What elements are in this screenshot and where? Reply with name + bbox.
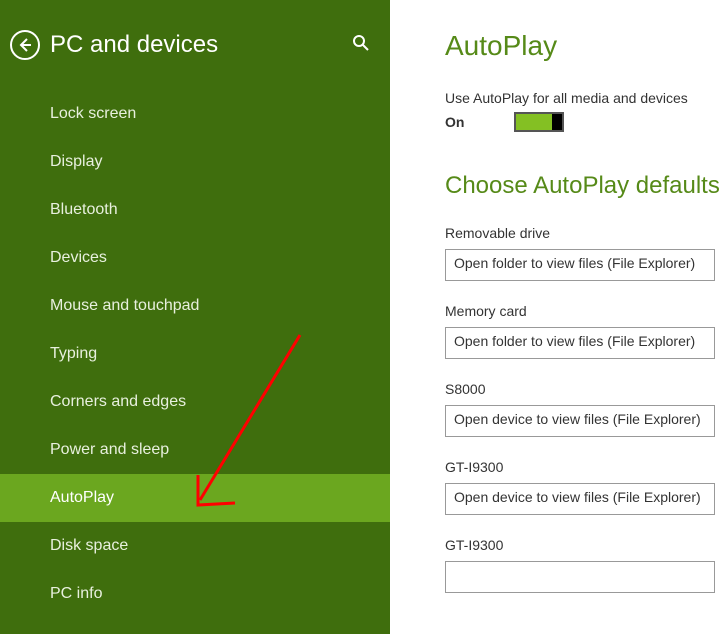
- sidebar-item-label: Power and sleep: [50, 441, 169, 458]
- s8000-select[interactable]: Open device to view files (File Explorer…: [445, 405, 715, 437]
- autoplay-toggle[interactable]: [514, 112, 564, 132]
- memory-card-select[interactable]: Open folder to view files (File Explorer…: [445, 327, 715, 359]
- search-icon: [352, 34, 370, 52]
- page-title: AutoPlay: [445, 30, 721, 62]
- defaults-heading: Choose AutoPlay defaults: [445, 172, 721, 200]
- toggle-label: Use AutoPlay for all media and devices: [445, 90, 721, 106]
- sidebar-item-bluetooth[interactable]: Bluetooth: [0, 186, 390, 234]
- sidebar-item-corners-edges[interactable]: Corners and edges: [0, 378, 390, 426]
- device-group-s8000: S8000 Open device to view files (File Ex…: [445, 381, 721, 437]
- removable-drive-select[interactable]: Open folder to view files (File Explorer…: [445, 249, 715, 281]
- sidebar-item-pc-info[interactable]: PC info: [0, 570, 390, 618]
- sidebar-item-power-sleep[interactable]: Power and sleep: [0, 426, 390, 474]
- sidebar-header: PC and devices: [0, 0, 390, 90]
- device-label: GT-I9300: [445, 537, 721, 553]
- device-label: Memory card: [445, 303, 721, 319]
- back-arrow-icon: [17, 37, 33, 53]
- sidebar-item-label: Typing: [50, 345, 97, 362]
- sidebar-items: Lock screen Display Bluetooth Devices Mo…: [0, 90, 390, 634]
- device-group-gt-i9300-2: GT-I9300: [445, 537, 721, 593]
- sidebar-item-display[interactable]: Display: [0, 138, 390, 186]
- sidebar-item-label: Corners and edges: [50, 393, 186, 410]
- toggle-handle: [552, 114, 562, 130]
- autoplay-toggle-section: Use AutoPlay for all media and devices O…: [445, 90, 721, 132]
- sidebar-item-mouse-touchpad[interactable]: Mouse and touchpad: [0, 282, 390, 330]
- search-button[interactable]: [352, 34, 370, 57]
- sidebar-title: PC and devices: [50, 31, 352, 59]
- device-label: GT-I9300: [445, 459, 721, 475]
- gt-i9300-select-1[interactable]: Open device to view files (File Explorer…: [445, 483, 715, 515]
- sidebar-item-lock-screen[interactable]: Lock screen: [0, 90, 390, 138]
- sidebar-item-label: PC info: [50, 585, 102, 602]
- content-panel: AutoPlay Use AutoPlay for all media and …: [390, 0, 721, 634]
- sidebar-item-label: Mouse and touchpad: [50, 297, 199, 314]
- sidebar-item-devices[interactable]: Devices: [0, 234, 390, 282]
- sidebar-item-typing[interactable]: Typing: [0, 330, 390, 378]
- sidebar: PC and devices Lock screen Display Bluet…: [0, 0, 390, 634]
- device-label: Removable drive: [445, 225, 721, 241]
- toggle-row: On: [445, 112, 721, 132]
- back-button[interactable]: [10, 30, 40, 60]
- toggle-state-text: On: [445, 114, 464, 130]
- sidebar-item-label: Display: [50, 153, 102, 170]
- toggle-fill: [516, 114, 554, 130]
- sidebar-item-label: Disk space: [50, 537, 128, 554]
- sidebar-item-label: Lock screen: [50, 105, 136, 122]
- gt-i9300-select-2[interactable]: [445, 561, 715, 593]
- sidebar-item-disk-space[interactable]: Disk space: [0, 522, 390, 570]
- sidebar-item-label: Devices: [50, 249, 107, 266]
- sidebar-item-label: Bluetooth: [50, 201, 118, 218]
- sidebar-item-autoplay[interactable]: AutoPlay: [0, 474, 390, 522]
- sidebar-item-label: AutoPlay: [50, 489, 114, 506]
- device-group-removable-drive: Removable drive Open folder to view file…: [445, 225, 721, 281]
- device-group-memory-card: Memory card Open folder to view files (F…: [445, 303, 721, 359]
- device-label: S8000: [445, 381, 721, 397]
- device-group-gt-i9300-1: GT-I9300 Open device to view files (File…: [445, 459, 721, 515]
